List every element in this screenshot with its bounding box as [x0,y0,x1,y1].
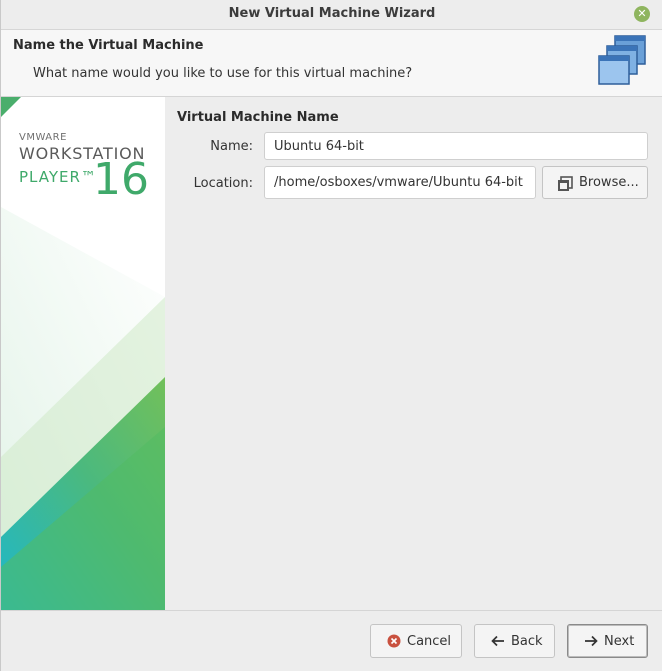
title-bar[interactable]: New Virtual Machine Wizard ✕ [1,0,662,30]
cancel-label: Cancel [407,634,452,649]
browse-button[interactable]: Browse... [542,166,648,199]
back-label: Back [511,634,543,649]
stacked-windows-icon [598,35,646,85]
browse-label: Browse... [579,175,639,190]
close-icon[interactable]: ✕ [634,6,650,22]
brand-logo: VMWARE WORKSTATION PLAYER™ 16 [19,132,149,202]
arrow-left-icon [491,635,504,647]
location-label: Location: [193,176,253,191]
wizard-header: Name the Virtual Machine What name would… [1,30,662,97]
cancel-icon [387,634,401,648]
page-title: Name the Virtual Machine [13,38,204,53]
page-subtitle: What name would you like to use for this… [33,66,413,81]
cancel-button[interactable]: Cancel [370,624,462,658]
brand-vmware: VMWARE [19,132,67,143]
name-field[interactable] [264,132,648,160]
next-button[interactable]: Next [567,624,648,658]
brand-edition: PLAYER™ [19,168,97,186]
arrow-right-icon [585,635,598,647]
name-label: Name: [210,139,253,154]
brand-version: 16 [93,154,149,205]
wizard-window: New Virtual Machine Wizard ✕ Name the Vi… [0,0,662,671]
folder-copy-icon [558,176,573,191]
brand-sidebar: VMWARE WORKSTATION PLAYER™ 16 [1,97,165,610]
location-field[interactable] [264,166,536,199]
next-label: Next [604,634,635,649]
wizard-footer: Cancel Back Next [1,610,662,671]
form-panel: Virtual Machine Name Name: Location: Bro… [165,97,662,610]
back-button[interactable]: Back [474,624,555,658]
section-title: Virtual Machine Name [177,110,339,125]
window-title: New Virtual Machine Wizard [228,6,436,21]
